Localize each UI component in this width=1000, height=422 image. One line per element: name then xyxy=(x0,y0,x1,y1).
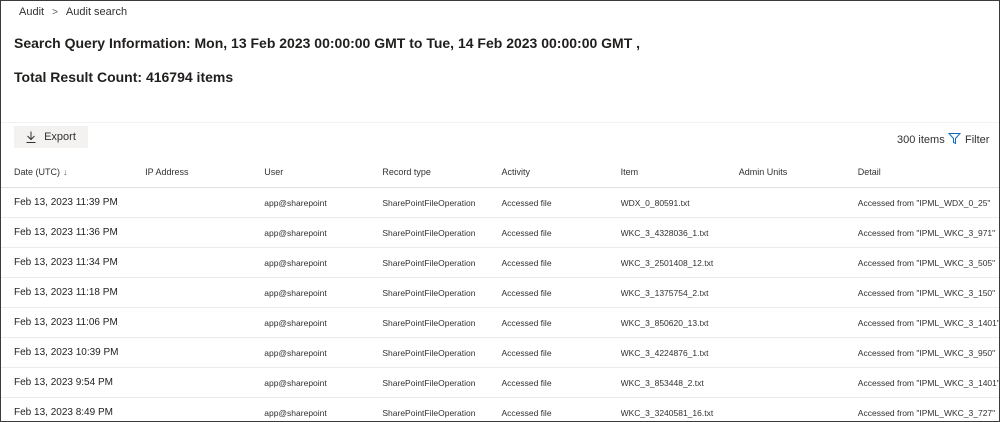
cell-record-type: SharePointFileOperation xyxy=(382,247,502,278)
breadcrumb-item-audit[interactable]: Audit xyxy=(19,6,44,18)
cell-ip-address xyxy=(145,187,265,218)
cell-user: app@sharepoint xyxy=(264,217,383,248)
cell-detail: Accessed from "IPML_WKC_3_1401" xyxy=(857,367,999,398)
cell-date: Feb 13, 2023 11:06 PM xyxy=(1,307,146,338)
table-row[interactable]: Feb 13, 2023 10:39 PM app@sharepoint Sha… xyxy=(1,337,999,368)
column-header-record-type[interactable]: Record type xyxy=(382,157,502,188)
filter-label: Filter xyxy=(965,134,990,146)
cell-admin-units xyxy=(738,277,858,308)
cell-detail: Accessed from "IPML_WKC_3_1401" xyxy=(857,307,999,338)
cell-activity: Accessed file xyxy=(501,367,621,398)
cell-ip-address xyxy=(145,247,265,278)
cell-activity: Accessed file xyxy=(501,307,621,338)
table-row[interactable]: Feb 13, 2023 11:06 PM app@sharepoint Sha… xyxy=(1,307,999,338)
cell-date: Feb 13, 2023 8:49 PM xyxy=(1,397,146,421)
cell-date: Feb 13, 2023 11:39 PM xyxy=(1,187,146,218)
cell-activity: Accessed file xyxy=(501,277,621,308)
total-result-count: Total Result Count: 416794 items xyxy=(14,69,234,85)
cell-ip-address xyxy=(145,337,265,368)
cell-detail: Accessed from "IPML_WKC_3_971" xyxy=(857,217,999,248)
cell-detail: Accessed from "IPML_WDX_0_25" xyxy=(857,187,999,218)
download-icon xyxy=(26,131,36,143)
cell-item: WKC_3_2501408_12.txt xyxy=(620,247,739,278)
column-header-item[interactable]: Item xyxy=(620,157,739,188)
cell-record-type: SharePointFileOperation xyxy=(382,367,502,398)
table-row[interactable]: Feb 13, 2023 11:39 PM app@sharepoint Sha… xyxy=(1,187,999,218)
cell-item: WDX_0_80591.txt xyxy=(620,187,739,218)
chevron-right-icon: > xyxy=(52,6,58,18)
cell-item: WKC_3_4328036_1.txt xyxy=(620,217,739,248)
cell-record-type: SharePointFileOperation xyxy=(382,397,502,421)
cell-user: app@sharepoint xyxy=(264,337,383,368)
cell-ip-address xyxy=(145,397,265,421)
column-header-ip-address[interactable]: IP Address xyxy=(145,157,265,188)
cell-detail: Accessed from "IPML_WKC_3_727" xyxy=(857,397,999,421)
cell-admin-units xyxy=(738,397,858,421)
table-row[interactable]: Feb 13, 2023 11:36 PM app@sharepoint Sha… xyxy=(1,217,999,248)
cell-record-type: SharePointFileOperation xyxy=(382,337,502,368)
export-button[interactable]: Export xyxy=(14,126,88,148)
cell-user: app@sharepoint xyxy=(264,367,383,398)
cell-item: WKC_3_3240581_16.txt xyxy=(620,397,739,421)
cell-admin-units xyxy=(738,337,858,368)
cell-item: WKC_3_853448_2.txt xyxy=(620,367,739,398)
audit-search-page: Audit > Audit search Search Query Inform… xyxy=(0,0,1000,422)
items-count: 300 items xyxy=(897,134,945,146)
column-header-detail[interactable]: Detail xyxy=(857,157,999,188)
cell-ip-address xyxy=(145,367,265,398)
cell-record-type: SharePointFileOperation xyxy=(382,307,502,338)
cell-detail: Accessed from "IPML_WKC_3_505" xyxy=(857,247,999,278)
filter-button[interactable]: Filter xyxy=(947,132,990,148)
cell-date: Feb 13, 2023 9:54 PM xyxy=(1,367,146,398)
cell-date: Feb 13, 2023 11:34 PM xyxy=(1,247,146,278)
cell-admin-units xyxy=(738,187,858,218)
table-row[interactable]: Feb 13, 2023 11:34 PM app@sharepoint Sha… xyxy=(1,247,999,278)
cell-admin-units xyxy=(738,367,858,398)
table-row[interactable]: Feb 13, 2023 11:18 PM app@sharepoint Sha… xyxy=(1,277,999,308)
cell-record-type: SharePointFileOperation xyxy=(382,217,502,248)
cell-record-type: SharePointFileOperation xyxy=(382,187,502,218)
cell-detail: Accessed from "IPML_WKC_3_150" xyxy=(857,277,999,308)
cell-item: WKC_3_850620_13.txt xyxy=(620,307,739,338)
cell-admin-units xyxy=(738,247,858,278)
filter-icon xyxy=(947,132,962,148)
cell-date: Feb 13, 2023 10:39 PM xyxy=(1,337,146,368)
cell-admin-units xyxy=(738,307,858,338)
cell-ip-address xyxy=(145,277,265,308)
cell-item: WKC_3_4224876_1.txt xyxy=(620,337,739,368)
divider xyxy=(1,122,999,123)
sort-descending-icon: ↓ xyxy=(63,167,68,177)
search-query-information: Search Query Information: Mon, 13 Feb 20… xyxy=(14,35,641,51)
cell-activity: Accessed file xyxy=(501,247,621,278)
cell-record-type: SharePointFileOperation xyxy=(382,277,502,308)
cell-item: WKC_3_1375754_2.txt xyxy=(620,277,739,308)
cell-user: app@sharepoint xyxy=(264,397,383,421)
table-row[interactable]: Feb 13, 2023 8:49 PM app@sharepoint Shar… xyxy=(1,397,999,421)
column-header-date[interactable]: Date (UTC) ↓ xyxy=(1,157,146,188)
audit-results-table: Date (UTC) ↓ IP Address User Record type … xyxy=(1,157,999,421)
cell-admin-units xyxy=(738,217,858,248)
table-header-row: Date (UTC) ↓ IP Address User Record type … xyxy=(1,157,999,188)
breadcrumb-item-audit-search: Audit search xyxy=(65,6,128,18)
cell-activity: Accessed file xyxy=(501,217,621,248)
cell-user: app@sharepoint xyxy=(264,187,383,218)
cell-user: app@sharepoint xyxy=(264,307,383,338)
breadcrumb: Audit > Audit search xyxy=(19,6,127,18)
column-header-admin-units[interactable]: Admin Units xyxy=(738,157,858,188)
cell-date: Feb 13, 2023 11:36 PM xyxy=(1,217,146,248)
cell-ip-address xyxy=(145,307,265,338)
column-header-activity[interactable]: Activity xyxy=(501,157,621,188)
column-header-user[interactable]: User xyxy=(264,157,383,188)
cell-date: Feb 13, 2023 11:18 PM xyxy=(1,277,146,308)
cell-detail: Accessed from "IPML_WKC_3_950" xyxy=(857,337,999,368)
export-label: Export xyxy=(44,131,76,143)
cell-activity: Accessed file xyxy=(501,187,621,218)
cell-user: app@sharepoint xyxy=(264,277,383,308)
cell-ip-address xyxy=(145,217,265,248)
cell-user: app@sharepoint xyxy=(264,247,383,278)
cell-activity: Accessed file xyxy=(501,337,621,368)
cell-activity: Accessed file xyxy=(501,397,621,421)
table-row[interactable]: Feb 13, 2023 9:54 PM app@sharepoint Shar… xyxy=(1,367,999,398)
